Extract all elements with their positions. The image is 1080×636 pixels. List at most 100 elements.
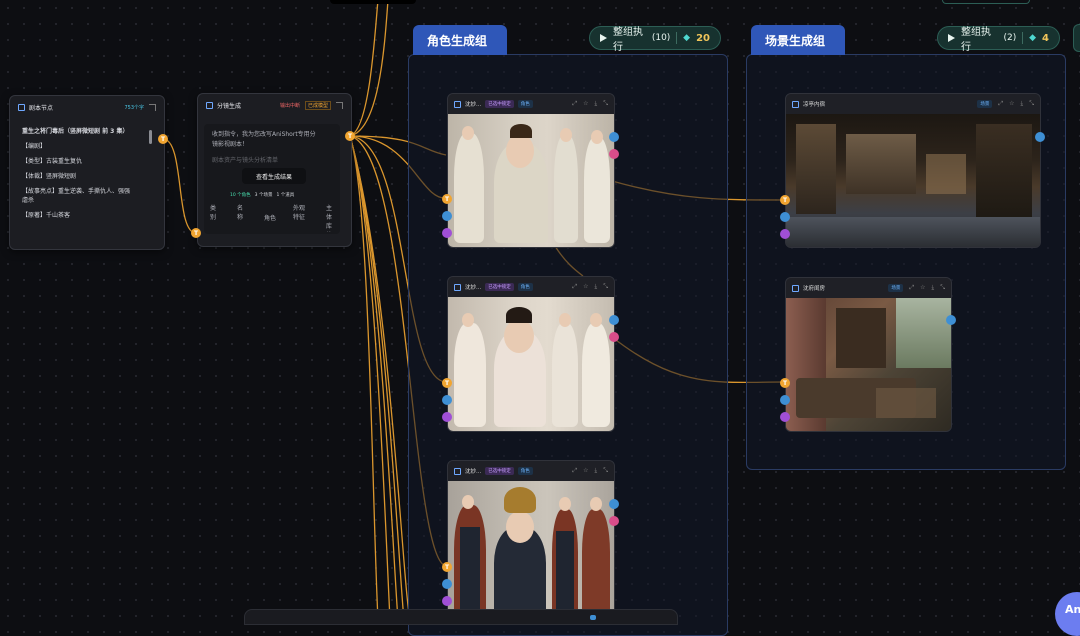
edge-button-fragment[interactable]	[1073, 24, 1080, 52]
document-icon	[18, 103, 25, 111]
fullscreen-icon[interactable]: ⤢	[572, 283, 577, 291]
view-results-button[interactable]: 查看生成结果	[242, 168, 306, 184]
star-icon[interactable]: ☆	[1009, 100, 1014, 108]
image-output-port[interactable]	[946, 315, 956, 325]
type-tag[interactable]: 角色	[517, 467, 533, 475]
table-header-cell: 名称	[236, 205, 243, 221]
type-tag[interactable]: 场景	[977, 100, 993, 108]
character-image[interactable]	[448, 481, 614, 621]
document-icon	[206, 101, 213, 109]
script-node[interactable]: 剧本节点 753个字 重生之将门毒后（竖屏微短剧 前 3 集） 【编剧】 【类型…	[9, 95, 165, 250]
style-input-port[interactable]	[780, 229, 790, 239]
star-icon[interactable]: ☆	[583, 283, 588, 291]
image-output-port[interactable]	[609, 499, 619, 509]
lock-tag[interactable]: 已选中锁定	[485, 283, 514, 291]
download-icon[interactable]: ⤓	[932, 284, 935, 292]
execute-count: (2)	[1003, 33, 1017, 43]
card-title: 沈妙...	[465, 469, 482, 475]
scene-card[interactable]: 凉亭内宿 场景 ⤢ ☆ ⤓ ⤡	[785, 93, 1041, 248]
expand-icon[interactable]: ⤡	[603, 100, 608, 108]
lock-tag[interactable]: 已选中锁定	[485, 467, 514, 475]
role-group-execute-button[interactable]: 整组执行 (10) ◆ 20	[589, 26, 721, 53]
role-card[interactable]: 沈妙... 已选中锁定 角色 ⤢ ☆ ⤓ ⤡	[447, 460, 615, 622]
shot-node-header[interactable]: 分镜生成 输出中断 已成模型	[198, 94, 351, 116]
script-content[interactable]: 重生之将门毒后（竖屏微短剧 前 3 集） 【编剧】 【类型】古装重生复仇 【体裁…	[10, 118, 164, 223]
image-output-port[interactable]	[1035, 132, 1045, 142]
style-input-port[interactable]	[780, 412, 790, 422]
card-title: 凉亭内宿	[803, 102, 826, 108]
type-tag[interactable]: 角色	[517, 283, 533, 291]
image-input-port[interactable]	[442, 211, 452, 221]
scene-image[interactable]	[786, 114, 1040, 247]
download-icon[interactable]: ⤓	[595, 100, 598, 108]
script-output-port[interactable]: T	[158, 134, 168, 144]
scene-group-execute-button[interactable]: 整组执行 (2) ◆ 4	[937, 26, 1060, 53]
text-input-port[interactable]: T	[442, 562, 452, 572]
fullscreen-icon[interactable]: ⤢	[998, 100, 1003, 108]
image-input-port[interactable]	[780, 395, 790, 405]
lock-tag[interactable]: 已选中锁定	[485, 100, 514, 108]
style-input-port[interactable]	[442, 596, 452, 606]
expand-icon[interactable]: ⤡	[603, 283, 608, 291]
text-input-port[interactable]: T	[442, 378, 452, 388]
download-icon[interactable]: ⤓	[595, 283, 598, 291]
shot-text: 镜影视剧本！	[212, 141, 249, 148]
text-input-port[interactable]: T	[442, 194, 452, 204]
bottom-toolbar[interactable]	[244, 609, 678, 625]
star-icon[interactable]: ☆	[583, 100, 588, 108]
role-group-tab[interactable]: 角色生成组	[413, 25, 507, 55]
expand-icon[interactable]: ⤡	[1029, 100, 1034, 108]
image-input-port[interactable]	[442, 579, 452, 589]
diamond-icon: ◆	[683, 33, 691, 43]
execute-cost: 20	[696, 32, 710, 44]
fullscreen-icon[interactable]: ⤢	[572, 100, 577, 108]
script-node-header[interactable]: 剧本节点 753个字	[10, 96, 164, 118]
fullscreen-icon[interactable]: ⤢	[909, 284, 914, 292]
star-icon[interactable]: ☆	[583, 467, 588, 475]
expand-icon[interactable]: ⤡	[940, 284, 945, 292]
shot-input-port[interactable]: T	[191, 228, 201, 238]
type-tag[interactable]: 角色	[517, 100, 533, 108]
type-tag[interactable]: 场景	[888, 284, 904, 292]
video-output-port[interactable]	[609, 332, 619, 342]
expand-icon[interactable]: ⤡	[603, 467, 608, 475]
character-image[interactable]	[448, 297, 614, 431]
download-icon[interactable]: ⤓	[1021, 100, 1024, 108]
role-card[interactable]: 沈妙... 已选中锁定 角色 ⤢ ☆ ⤓ ⤡	[447, 276, 615, 432]
scene-card[interactable]: 沈府闺房 场景 ⤢ ☆ ⤓ ⤡	[785, 277, 952, 432]
style-input-port[interactable]	[442, 412, 452, 422]
word-count: 753个字	[124, 104, 144, 111]
image-input-port[interactable]	[780, 212, 790, 222]
image-input-port[interactable]	[442, 395, 452, 405]
divider	[676, 32, 678, 44]
scene-group-tab[interactable]: 场景生成组	[751, 25, 845, 55]
shot-stats: 10 个角色 3 个场景 1 个道具	[230, 192, 294, 198]
shot-node-title: 分镜生成	[217, 102, 242, 110]
image-output-port[interactable]	[609, 132, 619, 142]
execute-cost: 4	[1042, 32, 1049, 44]
shot-content[interactable]: 收到指令，我为您改写AniShort专用分 镜影视剧本！ 剧本资产与镜头分析清单…	[204, 124, 340, 234]
stat-reqs: 1 个道具	[276, 193, 295, 198]
role-card[interactable]: 沈妙... 已选中锁定 角色 ⤢ ☆ ⤓ ⤡	[447, 93, 615, 248]
image-icon	[454, 283, 461, 291]
shot-output-port[interactable]: T	[345, 131, 355, 141]
bottom-toolbar-indicator	[590, 615, 596, 620]
text-input-port[interactable]: T	[780, 378, 790, 388]
execute-count: (10)	[651, 33, 671, 43]
expand-icon[interactable]	[149, 103, 156, 111]
shot-node[interactable]: 分镜生成 输出中断 已成模型 收到指令，我为您改写AniShort专用分 镜影视…	[197, 93, 352, 247]
video-output-port[interactable]	[609, 516, 619, 526]
text-input-port[interactable]: T	[780, 195, 790, 205]
scrollbar[interactable]	[149, 130, 152, 144]
fullscreen-icon[interactable]: ⤢	[572, 467, 577, 475]
video-output-port[interactable]	[609, 149, 619, 159]
image-output-port[interactable]	[609, 315, 619, 325]
card-toolbar: 沈妙... 已选中锁定 角色 ⤢ ☆ ⤓ ⤡	[448, 94, 614, 114]
expand-icon[interactable]	[336, 101, 343, 109]
star-icon[interactable]: ☆	[920, 284, 925, 292]
character-image[interactable]	[448, 114, 614, 247]
download-icon[interactable]: ⤓	[595, 467, 598, 475]
style-input-port[interactable]	[442, 228, 452, 238]
assistant-button[interactable]: An	[1055, 592, 1080, 636]
scene-image[interactable]	[786, 298, 951, 431]
